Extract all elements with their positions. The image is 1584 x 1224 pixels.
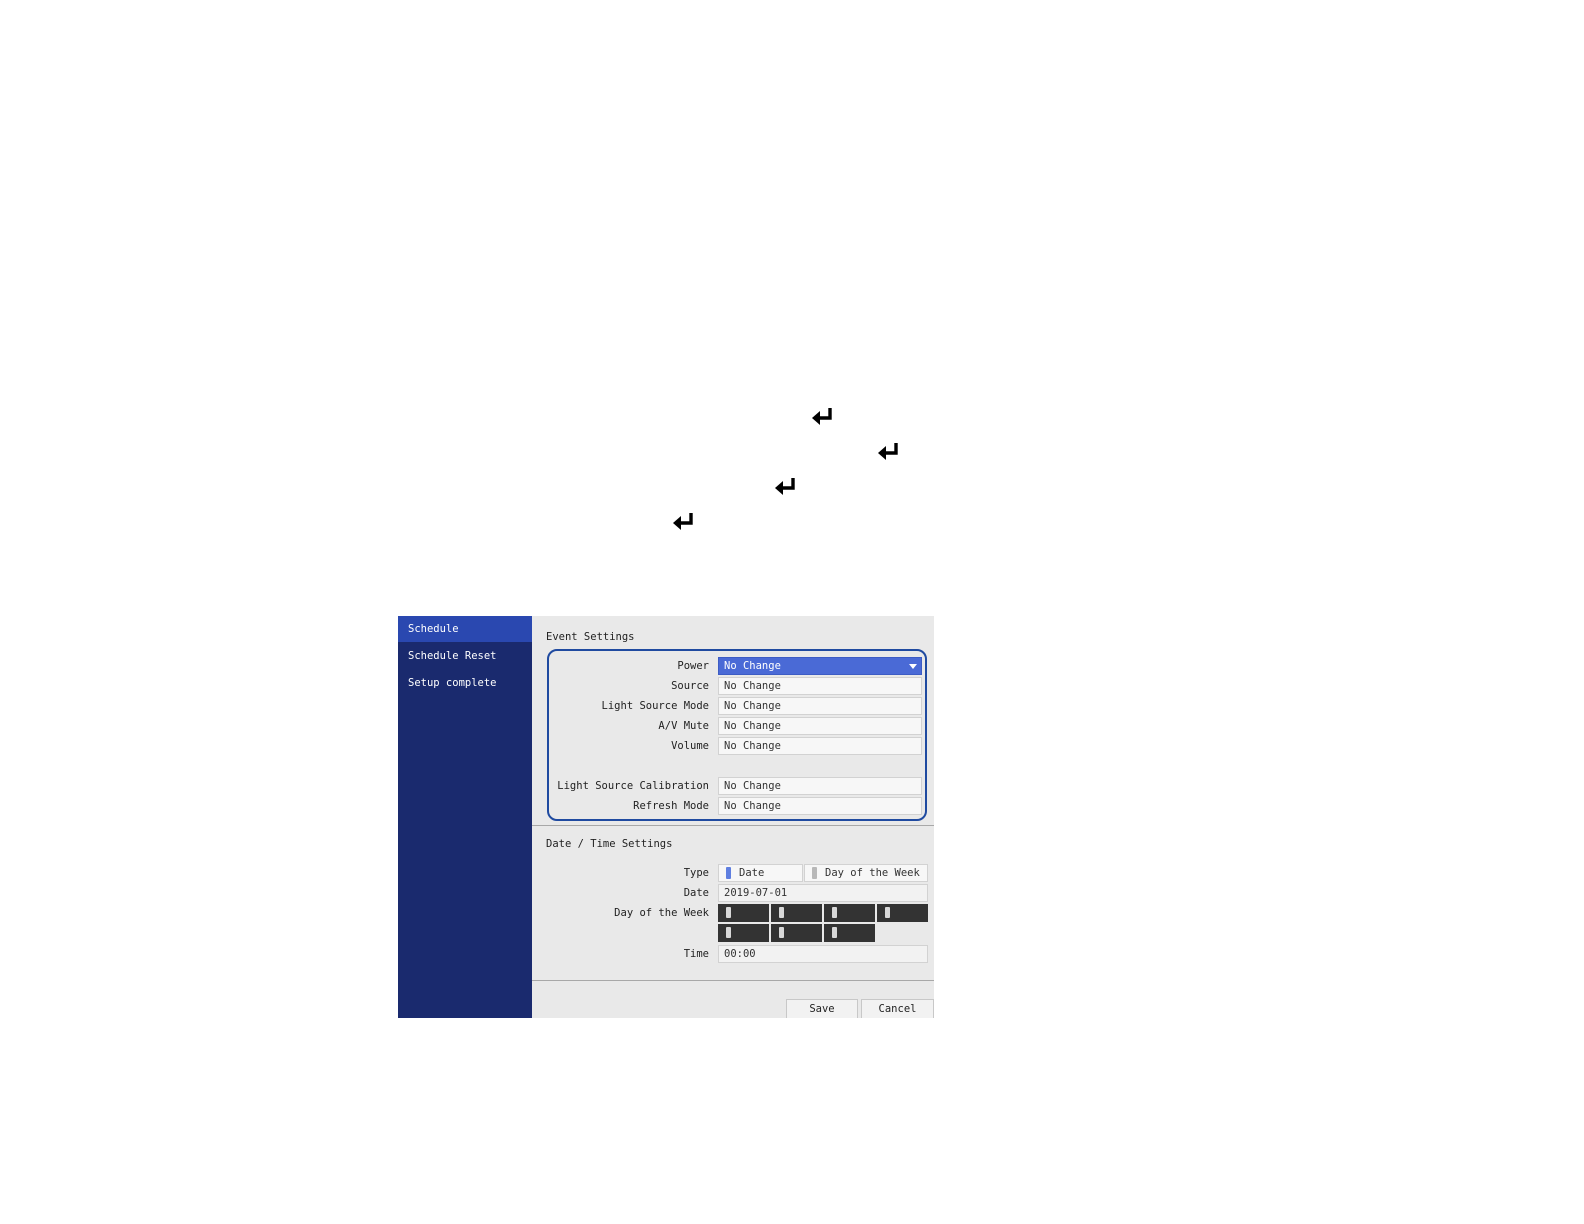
enter-icon [810, 406, 836, 428]
event-settings-title: Event Settings [546, 631, 635, 643]
datetime-settings-title: Date / Time Settings [546, 838, 673, 850]
date-field[interactable]: 2019-07-01 [718, 884, 928, 902]
radio-unselected-icon [812, 867, 817, 879]
day-checkbox[interactable] [771, 924, 822, 942]
type-option-day-of-week-label: Day of the Week [825, 867, 920, 879]
sidebar-item-schedule-reset[interactable]: Schedule Reset [398, 643, 532, 669]
volume-label: Volume [671, 740, 709, 752]
day-checkbox[interactable] [824, 924, 875, 942]
divider [532, 980, 934, 981]
day-checkbox[interactable] [824, 904, 875, 922]
day-checkbox[interactable] [718, 924, 769, 942]
refresh-mode-label: Refresh Mode [633, 800, 709, 812]
checkbox-icon [726, 907, 731, 918]
power-label: Power [677, 660, 709, 672]
refresh-mode-select[interactable]: No Change [718, 797, 922, 815]
save-button[interactable]: Save [786, 999, 858, 1018]
checkbox-icon [726, 927, 731, 938]
volume-select[interactable]: No Change [718, 737, 922, 755]
av-mute-label: A/V Mute [658, 720, 709, 732]
type-option-day-of-week[interactable]: Day of the Week [804, 864, 928, 882]
radio-selected-icon [726, 867, 731, 879]
light-source-mode-label: Light Source Mode [601, 700, 709, 712]
day-checkbox[interactable] [718, 904, 769, 922]
enter-icon [876, 441, 902, 463]
time-label: Time [683, 948, 709, 960]
sidebar-item-setup-complete[interactable]: Setup complete [398, 670, 532, 696]
type-label: Type [683, 867, 709, 879]
day-checkbox[interactable] [771, 904, 822, 922]
main-panel: Event Settings Power No Change Source No… [532, 616, 934, 1018]
time-field[interactable]: 00:00 [718, 945, 928, 963]
checkbox-icon [779, 907, 784, 918]
checkbox-icon [832, 927, 837, 938]
date-label: Date [683, 887, 709, 899]
type-option-date[interactable]: Date [718, 864, 803, 882]
schedule-settings-window: Schedule Schedule Reset Setup complete E… [398, 616, 934, 1018]
type-option-date-label: Date [739, 867, 765, 879]
sidebar-item-schedule[interactable]: Schedule [398, 616, 532, 642]
day-checkbox[interactable] [877, 904, 928, 922]
enter-icon [671, 511, 697, 533]
av-mute-select[interactable]: No Change [718, 717, 922, 735]
light-source-calibration-label: Light Source Calibration [557, 780, 709, 792]
source-label: Source [671, 680, 709, 692]
light-source-mode-select[interactable]: No Change [718, 697, 922, 715]
dropdown-arrow-icon [909, 664, 917, 669]
day-of-week-label: Day of the Week [614, 907, 709, 919]
checkbox-icon [779, 927, 784, 938]
divider [532, 825, 934, 826]
checkbox-icon [832, 907, 837, 918]
power-value: No Change [724, 660, 781, 672]
source-select[interactable]: No Change [718, 677, 922, 695]
checkbox-icon [885, 907, 890, 918]
light-source-calibration-select[interactable]: No Change [718, 777, 922, 795]
power-select[interactable]: No Change [718, 657, 922, 675]
cancel-button[interactable]: Cancel [861, 999, 934, 1018]
enter-icon [773, 476, 799, 498]
sidebar: Schedule Schedule Reset Setup complete [398, 616, 532, 1018]
